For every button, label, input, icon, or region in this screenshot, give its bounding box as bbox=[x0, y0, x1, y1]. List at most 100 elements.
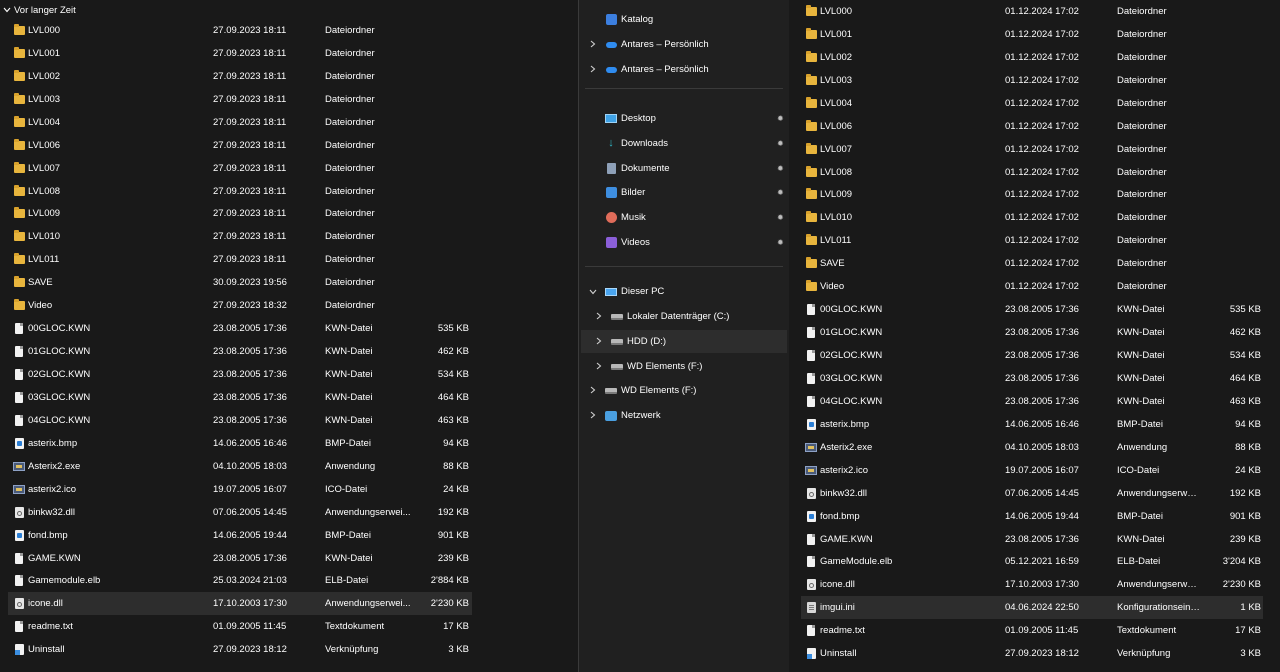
file-row[interactable]: 03GLOC.KWN 23.08.2005 17:36 KWN-Datei 464 K… bbox=[0, 386, 578, 409]
file-row[interactable]: LVL001 27.09.2023 18:11 Dateiordner bbox=[0, 42, 578, 65]
file-row[interactable]: LVL008 27.09.2023 18:11 Dateiordner bbox=[0, 180, 578, 203]
chevron-right-icon[interactable] bbox=[593, 362, 605, 372]
file-row[interactable]: LVL001 01.12.2024 17:02 Dateiordner bbox=[789, 23, 1280, 46]
file-date: 01.12.2024 17:02 bbox=[1005, 235, 1079, 247]
pin-icon[interactable]: ✹ bbox=[777, 114, 784, 123]
right-file-pane[interactable]: LVL000 01.12.2024 17:02 Dateiordner LVL001 0… bbox=[789, 0, 1280, 672]
file-row[interactable]: LVL006 27.09.2023 18:11 Dateiordner bbox=[0, 134, 578, 157]
nav-item[interactable]: Netzwerk bbox=[579, 404, 789, 427]
file-row[interactable]: LVL010 27.09.2023 18:11 Dateiordner bbox=[0, 225, 578, 248]
file-date: 27.09.2023 18:12 bbox=[213, 644, 287, 656]
file-row[interactable]: 04GLOC.KWN 23.08.2005 17:36 KWN-Datei 463 K… bbox=[789, 390, 1280, 413]
file-row[interactable]: asterix.bmp 14.06.2005 16:46 BMP-Datei 94 K… bbox=[789, 413, 1280, 436]
nav-item[interactable]: HDD (D:) bbox=[581, 330, 787, 353]
file-row[interactable]: icone.dll 17.10.2003 17:30 Anwendungserwei… bbox=[8, 592, 472, 616]
file-row[interactable]: asterix2.ico 19.07.2005 16:07 ICO-Datei 24 … bbox=[0, 478, 578, 501]
group-header[interactable]: Vor langer Zeit bbox=[0, 3, 76, 17]
file-row[interactable]: LVL003 01.12.2024 17:02 Dateiordner bbox=[789, 69, 1280, 92]
file-row[interactable]: LVL011 27.09.2023 18:11 Dateiordner bbox=[0, 248, 578, 271]
nav-item[interactable]: Dieser PC bbox=[579, 280, 789, 303]
file-row[interactable]: LVL011 01.12.2024 17:02 Dateiordner bbox=[789, 229, 1280, 252]
folder-icon bbox=[805, 142, 817, 155]
nav-item[interactable]: Katalog bbox=[579, 8, 789, 31]
file-date: 01.12.2024 17:02 bbox=[1005, 51, 1079, 63]
chevron-right-icon[interactable] bbox=[587, 411, 599, 421]
nav-item[interactable]: ↓ Downloads ✹ bbox=[579, 132, 789, 155]
file-row[interactable]: Asterix2.exe 04.10.2005 18:03 Anwendung 88 … bbox=[789, 436, 1280, 459]
nav-item[interactable]: WD Elements (F:) bbox=[579, 355, 789, 378]
chevron-right-icon[interactable] bbox=[587, 40, 599, 50]
file-row[interactable]: SAVE 30.09.2023 19:56 Dateiordner bbox=[0, 271, 578, 294]
file-row[interactable]: LVL010 01.12.2024 17:02 Dateiordner bbox=[789, 206, 1280, 229]
chevron-right-icon[interactable] bbox=[587, 386, 599, 396]
nav-item[interactable]: Desktop ✹ bbox=[579, 107, 789, 130]
file-row[interactable]: GameModule.elb 05.12.2021 16:59 ELB-Datei 3… bbox=[789, 551, 1280, 574]
nav-item[interactable]: Musik ✹ bbox=[579, 206, 789, 229]
file-row[interactable]: readme.txt 01.09.2005 11:45 Textdokument 17… bbox=[0, 615, 578, 638]
nav-item[interactable]: Antares – Persönlich bbox=[579, 58, 789, 81]
file-row[interactable]: LVL007 01.12.2024 17:02 Dateiordner bbox=[789, 138, 1280, 161]
file-row[interactable]: Uninstall 27.09.2023 18:12 Verknüpfung 3 KB bbox=[789, 642, 1280, 665]
pin-icon[interactable]: ✹ bbox=[777, 213, 784, 222]
chevron-right-icon[interactable] bbox=[593, 312, 605, 322]
file-row[interactable]: readme.txt 01.09.2005 11:45 Textdokument 17… bbox=[789, 619, 1280, 642]
navigation-pane[interactable]: Katalog Antares – Persönlich Antares – Per… bbox=[579, 0, 789, 672]
nav-item[interactable]: Lokaler Datenträger (C:) bbox=[579, 305, 789, 328]
pin-icon[interactable]: ✹ bbox=[777, 238, 784, 247]
pin-icon[interactable]: ✹ bbox=[777, 139, 784, 148]
file-row[interactable]: Uninstall 27.09.2023 18:12 Verknüpfung 3 KB bbox=[0, 638, 578, 661]
folder-icon bbox=[805, 96, 817, 109]
file-row[interactable]: LVL000 27.09.2023 18:11 Dateiordner bbox=[0, 19, 578, 42]
file-row[interactable]: LVL008 01.12.2024 17:02 Dateiordner bbox=[789, 161, 1280, 184]
file-row[interactable]: binkw32.dll 07.06.2005 14:45 Anwendungserw… bbox=[789, 482, 1280, 505]
file-row[interactable]: fond.bmp 14.06.2005 19:44 BMP-Datei 901 KB bbox=[789, 505, 1280, 528]
file-row[interactable]: LVL009 01.12.2024 17:02 Dateiordner bbox=[789, 184, 1280, 207]
file-row[interactable]: 02GLOC.KWN 23.08.2005 17:36 KWN-Datei 534 K… bbox=[0, 363, 578, 386]
file-row[interactable]: 00GLOC.KWN 23.08.2005 17:36 KWN-Datei 535 K… bbox=[0, 317, 578, 340]
chevron-down-icon[interactable] bbox=[0, 7, 14, 13]
file-row[interactable]: GAME.KWN 23.08.2005 17:36 KWN-Datei 239 KB bbox=[0, 547, 578, 570]
file-row[interactable]: 02GLOC.KWN 23.08.2005 17:36 KWN-Datei 534 K… bbox=[789, 344, 1280, 367]
file-row[interactable]: LVL004 27.09.2023 18:11 Dateiordner bbox=[0, 111, 578, 134]
pin-icon[interactable]: ✹ bbox=[777, 164, 784, 173]
file-row[interactable]: 03GLOC.KWN 23.08.2005 17:36 KWN-Datei 464 K… bbox=[789, 367, 1280, 390]
file-row[interactable]: SAVE 01.12.2024 17:02 Dateiordner bbox=[789, 252, 1280, 275]
file-row[interactable]: 00GLOC.KWN 23.08.2005 17:36 KWN-Datei 535 K… bbox=[789, 298, 1280, 321]
chevron-right-icon[interactable] bbox=[587, 65, 599, 75]
file-row[interactable]: fond.bmp 14.06.2005 19:44 BMP-Datei 901 KB bbox=[0, 524, 578, 547]
nav-item[interactable]: Videos ✹ bbox=[579, 231, 789, 254]
file-row[interactable]: 01GLOC.KWN 23.08.2005 17:36 KWN-Datei 462 K… bbox=[0, 340, 578, 363]
file-name: LVL007 bbox=[820, 143, 853, 155]
file-row[interactable]: Video 01.12.2024 17:02 Dateiordner bbox=[789, 275, 1280, 298]
file-row[interactable]: LVL004 01.12.2024 17:02 Dateiordner bbox=[789, 92, 1280, 115]
file-row[interactable]: LVL007 27.09.2023 18:11 Dateiordner bbox=[0, 157, 578, 180]
file-row[interactable]: Video 27.09.2023 18:32 Dateiordner bbox=[0, 294, 578, 317]
chevron-down-icon[interactable] bbox=[587, 287, 599, 297]
file-row[interactable]: LVL000 01.12.2024 17:02 Dateiordner bbox=[789, 0, 1280, 23]
file-row[interactable]: asterix2.ico 19.07.2005 16:07 ICO-Datei 24 … bbox=[789, 459, 1280, 482]
file-row[interactable]: binkw32.dll 07.06.2005 14:45 Anwendungserw… bbox=[0, 501, 578, 524]
file-row[interactable]: icone.dll 17.10.2003 17:30 Anwendungserwei… bbox=[789, 573, 1280, 596]
nav-item[interactable]: WD Elements (F:) bbox=[579, 379, 789, 402]
nav-item[interactable]: Antares – Persönlich bbox=[579, 33, 789, 56]
file-list[interactable]: LVL000 27.09.2023 18:11 Dateiordner LVL001 2… bbox=[0, 19, 578, 661]
file-row[interactable]: LVL003 27.09.2023 18:11 Dateiordner bbox=[0, 88, 578, 111]
nav-item[interactable]: Bilder ✹ bbox=[579, 181, 789, 204]
file-row[interactable]: Asterix2.exe 04.10.2005 18:03 Anwendung 88 … bbox=[0, 455, 578, 478]
separator bbox=[585, 88, 783, 89]
file-row[interactable]: asterix.bmp 14.06.2005 16:46 BMP-Datei 94 K… bbox=[0, 432, 578, 455]
pin-icon[interactable]: ✹ bbox=[777, 188, 784, 197]
nav-item[interactable]: Dokumente ✹ bbox=[579, 157, 789, 180]
file-row[interactable]: imgui.ini 04.06.2024 22:50 Konfigurationse… bbox=[801, 596, 1263, 620]
file-row[interactable]: 04GLOC.KWN 23.08.2005 17:36 KWN-Datei 463 K… bbox=[0, 409, 578, 432]
file-row[interactable]: GAME.KWN 23.08.2005 17:36 KWN-Datei 239 KB bbox=[789, 528, 1280, 551]
file-row[interactable]: LVL002 01.12.2024 17:02 Dateiordner bbox=[789, 46, 1280, 69]
file-row[interactable]: LVL009 27.09.2023 18:11 Dateiordner bbox=[0, 203, 578, 226]
file-row[interactable]: 01GLOC.KWN 23.08.2005 17:36 KWN-Datei 462 K… bbox=[789, 321, 1280, 344]
chevron-right-icon[interactable] bbox=[593, 337, 605, 347]
file-list[interactable]: LVL000 01.12.2024 17:02 Dateiordner LVL001 0… bbox=[789, 0, 1280, 665]
left-file-pane[interactable]: Vor langer Zeit LVL000 27.09.2023 18:11 Da… bbox=[0, 0, 578, 672]
file-row[interactable]: Gamemodule.elb 25.03.2024 21:03 ELB-Datei 2… bbox=[0, 570, 578, 593]
file-row[interactable]: LVL002 27.09.2023 18:11 Dateiordner bbox=[0, 65, 578, 88]
file-row[interactable]: LVL006 01.12.2024 17:02 Dateiordner bbox=[789, 115, 1280, 138]
